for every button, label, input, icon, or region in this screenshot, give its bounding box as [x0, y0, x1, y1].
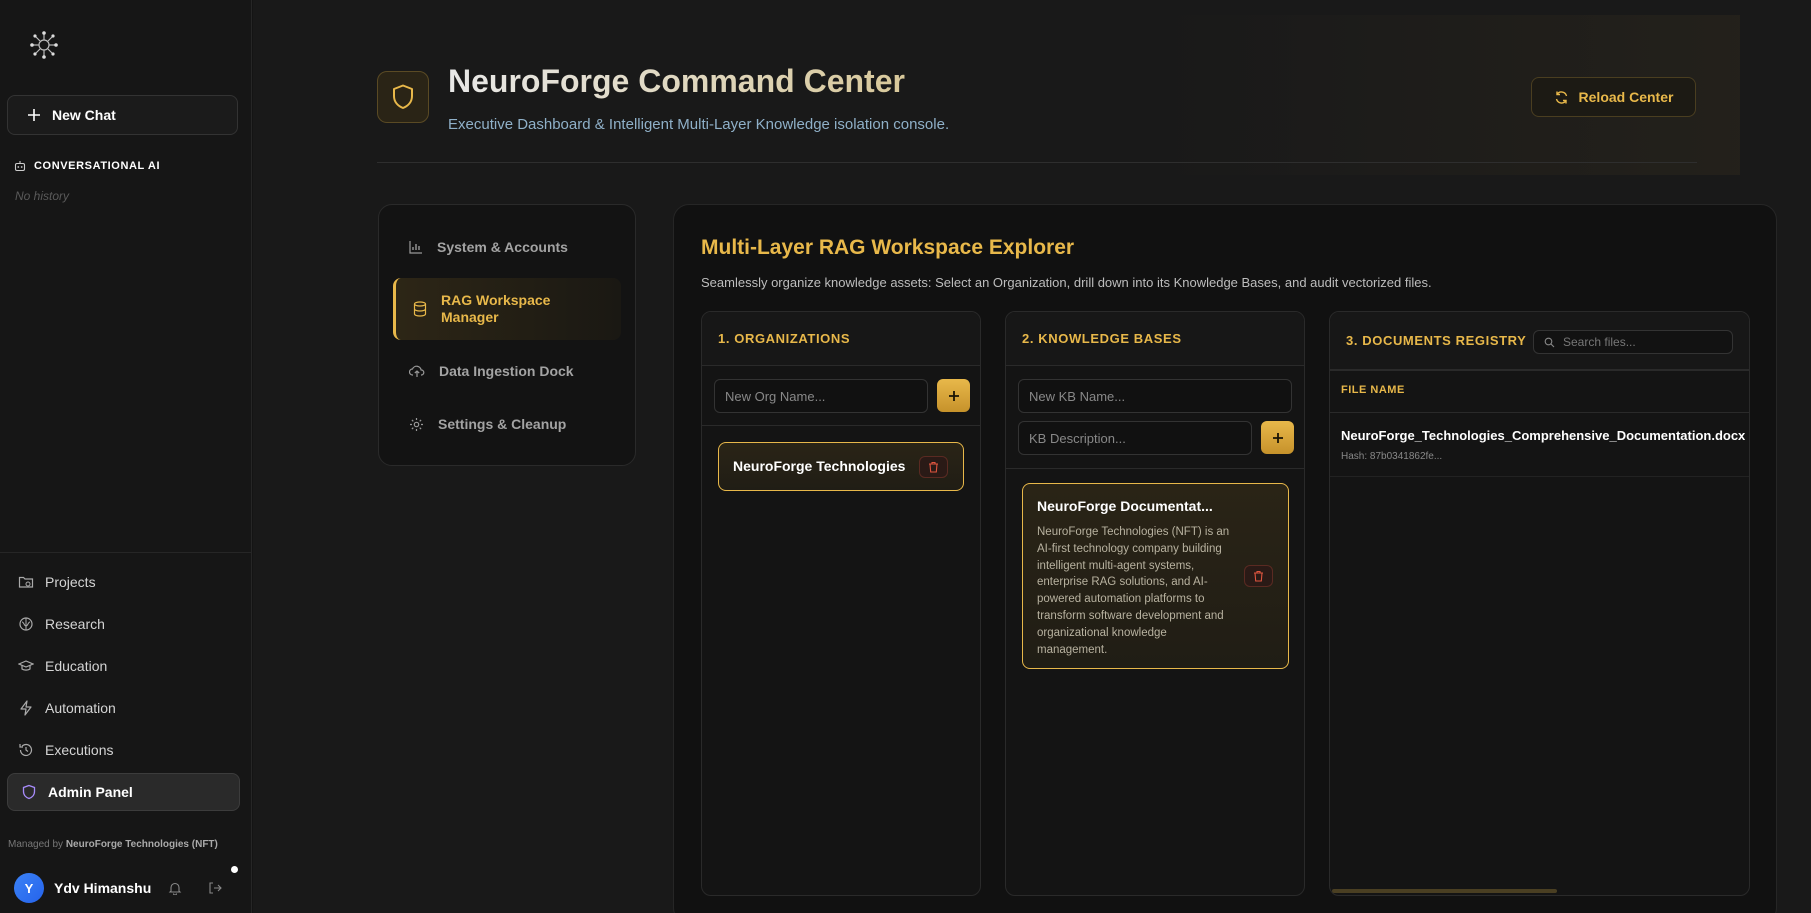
reload-center-button[interactable]: Reload Center	[1531, 77, 1696, 117]
sidebar-item-projects[interactable]: Projects	[7, 563, 240, 601]
row-divider	[1330, 476, 1749, 477]
sidebar-nav: Projects Research Education Automation E…	[7, 563, 240, 815]
neural-network-logo-icon[interactable]	[30, 31, 58, 59]
tab-label: Settings & Cleanup	[438, 415, 567, 432]
shield-icon	[21, 784, 37, 800]
tab-data-ingestion-dock[interactable]: Data Ingestion Dock	[393, 350, 621, 392]
avatar[interactable]: Y	[14, 873, 44, 903]
kb-description-input[interactable]: KB Description...	[1018, 421, 1252, 455]
brain-icon	[18, 616, 34, 632]
table-header-divider	[1330, 412, 1749, 413]
plus-icon	[28, 109, 40, 121]
managed-by-text: Managed by NeuroForge Technologies (NFT)	[8, 839, 218, 850]
page-subtitle: Executive Dashboard & Intelligent Multi-…	[448, 116, 950, 133]
kb-name: NeuroForge Documentat...	[1037, 498, 1213, 514]
delete-org-button[interactable]	[919, 456, 948, 478]
file-name: NeuroForge_Technologies_Comprehensive_Do…	[1341, 428, 1746, 443]
search-files-input[interactable]: Search files...	[1533, 330, 1733, 354]
new-kb-name-input[interactable]: New KB Name...	[1018, 379, 1292, 413]
documents-registry-column: 3. DOCUMENTS REGISTRY Search files... FI…	[1329, 311, 1750, 896]
database-icon	[413, 301, 427, 317]
sidebar-divider	[0, 552, 252, 553]
explorer-description: Seamlessly organize knowledge assets: Se…	[701, 275, 1432, 290]
org-name: NeuroForge Technologies	[733, 458, 906, 474]
horizontal-scrollbar[interactable]	[1332, 889, 1557, 893]
file-name-column-header: FILE NAME	[1341, 384, 1405, 396]
add-org-button[interactable]	[937, 379, 970, 412]
page-title: NeuroForge Command Center	[448, 63, 905, 99]
history-icon	[18, 742, 34, 758]
search-icon	[1544, 337, 1555, 348]
tab-label: Data Ingestion Dock	[439, 362, 574, 379]
kb-description: NeuroForge Technologies (NFT) is an AI-f…	[1037, 526, 1230, 656]
column-divider	[1006, 468, 1304, 469]
sidebar-item-label: Automation	[45, 700, 116, 716]
folder-icon	[18, 574, 34, 590]
sidebar-item-label: Admin Panel	[48, 784, 133, 800]
graduation-cap-icon	[18, 658, 34, 674]
new-org-name-input[interactable]: New Org Name...	[714, 379, 928, 413]
header-divider	[377, 162, 1697, 163]
no-history-text: No history	[15, 189, 70, 203]
sidebar: New Chat CONVERSATIONAL AI No history Pr…	[0, 0, 252, 913]
user-name[interactable]: Ydv Himanshu	[54, 880, 158, 896]
search-placeholder: Search files...	[1563, 335, 1636, 349]
sidebar-item-education[interactable]: Education	[7, 647, 240, 685]
refresh-icon	[1554, 90, 1569, 105]
documents-heading-text: 3. DOCUMENTS REGISTRY	[1346, 333, 1527, 348]
reload-label: Reload Center	[1578, 89, 1674, 105]
new-chat-button[interactable]: New Chat	[7, 95, 238, 135]
sidebar-item-automation[interactable]: Automation	[7, 689, 240, 727]
tab-settings-cleanup[interactable]: Settings & Cleanup	[393, 403, 621, 445]
column-divider	[702, 425, 980, 426]
file-hash: Hash: 87b0341862fe...	[1341, 451, 1443, 462]
tab-label: System & Accounts	[437, 238, 568, 255]
shield-header-icon	[377, 71, 429, 123]
explorer-title: Multi-Layer RAG Workspace Explorer	[701, 236, 1075, 259]
organizations-heading: 1. ORGANIZATIONS	[702, 312, 980, 366]
kb-card-neuroforge-documentation[interactable]: NeuroForge Documentat... NeuroForge Tech…	[1022, 483, 1289, 669]
organizations-column: 1. ORGANIZATIONS New Org Name... NeuroFo…	[701, 311, 981, 896]
add-kb-button[interactable]	[1261, 421, 1294, 454]
robot-icon	[14, 160, 26, 172]
new-chat-label: New Chat	[52, 107, 116, 123]
bar-chart-icon	[409, 240, 423, 254]
sidebar-item-research[interactable]: Research	[7, 605, 240, 643]
user-profile: Y Ydv Himanshu	[14, 873, 234, 903]
sidebar-item-label: Executions	[45, 742, 114, 758]
sidebar-item-admin-panel[interactable]: Admin Panel	[7, 773, 240, 811]
logout-icon[interactable]	[208, 881, 222, 895]
sidebar-item-executions[interactable]: Executions	[7, 731, 240, 769]
sidebar-item-label: Research	[45, 616, 105, 632]
knowledge-bases-heading: 2. KNOWLEDGE BASES	[1006, 312, 1304, 366]
status-dot	[231, 866, 238, 873]
delete-kb-button[interactable]	[1244, 565, 1273, 587]
rag-workspace-explorer: Multi-Layer RAG Workspace Explorer Seaml…	[673, 204, 1777, 913]
header-divider	[1330, 370, 1749, 371]
plus-icon	[948, 390, 959, 401]
org-card-neuroforge[interactable]: NeuroForge Technologies	[718, 442, 964, 491]
plus-icon	[1272, 432, 1283, 443]
lightning-icon	[18, 700, 34, 716]
section-label-text: CONVERSATIONAL AI	[34, 160, 161, 172]
knowledge-bases-column: 2. KNOWLEDGE BASES New KB Name... KB Des…	[1005, 311, 1305, 896]
admin-tabs-panel: System & Accounts RAG Workspace Manager …	[378, 204, 636, 466]
bell-icon[interactable]	[168, 881, 182, 895]
tab-rag-workspace-manager[interactable]: RAG Workspace Manager	[393, 278, 621, 340]
sidebar-item-label: Education	[45, 658, 108, 674]
conversational-ai-section: CONVERSATIONAL AI	[14, 160, 160, 172]
sidebar-item-label: Projects	[45, 574, 96, 590]
tab-system-accounts[interactable]: System & Accounts	[393, 226, 621, 268]
tab-label: RAG Workspace Manager	[441, 292, 551, 325]
cloud-upload-icon	[409, 364, 425, 378]
managed-org: NeuroForge Technologies (NFT)	[65, 839, 218, 850]
gear-icon	[409, 417, 424, 432]
managed-prefix: Managed by	[8, 839, 64, 850]
trash-icon	[929, 461, 938, 473]
trash-icon	[1254, 570, 1263, 582]
